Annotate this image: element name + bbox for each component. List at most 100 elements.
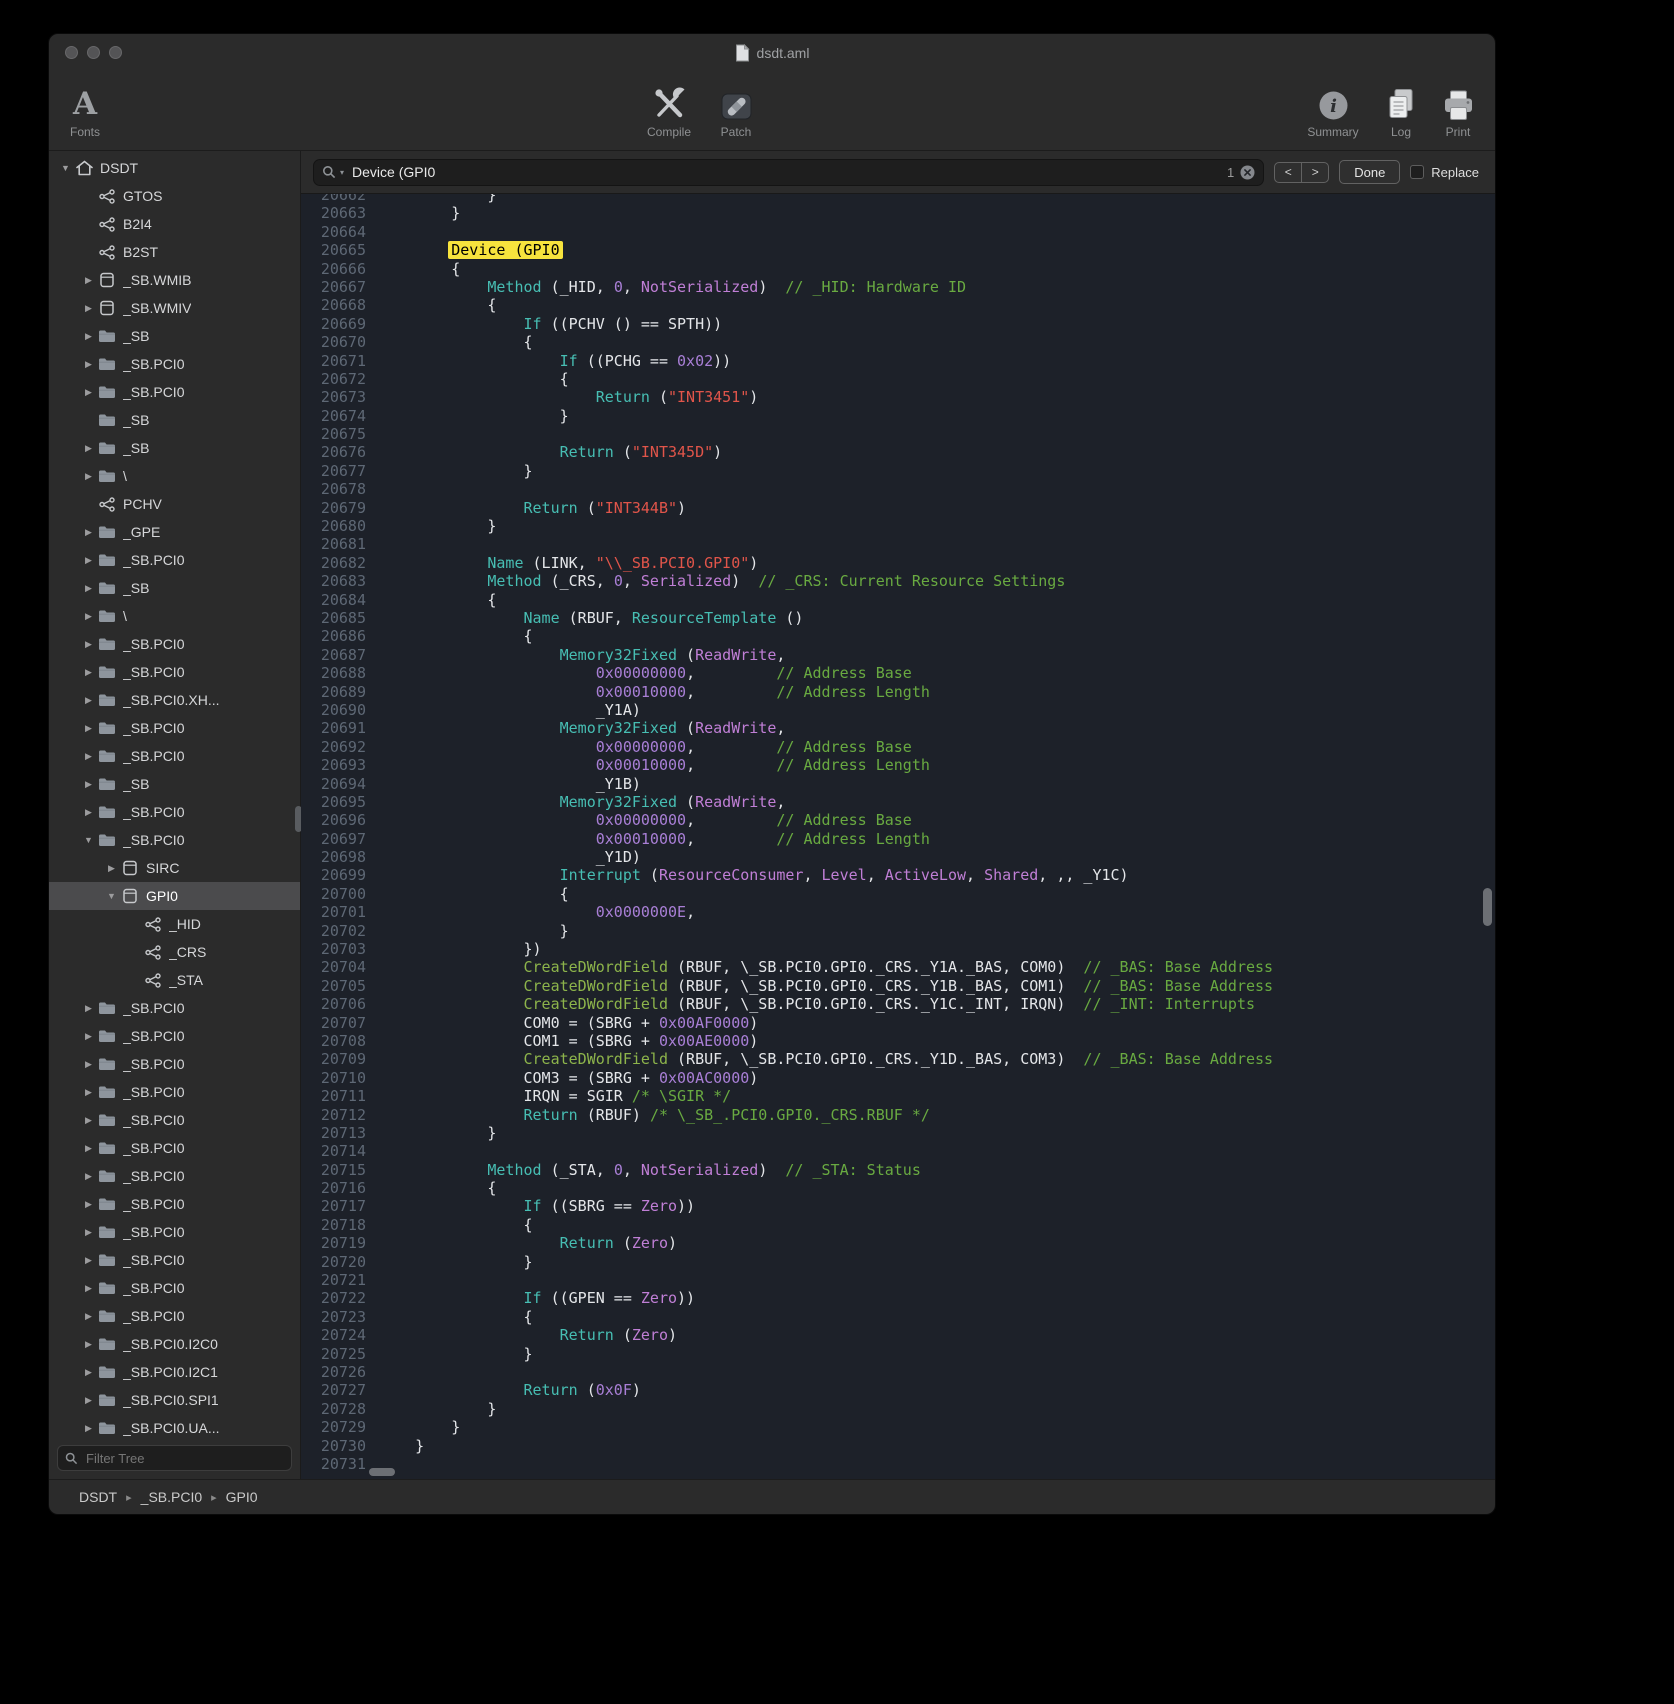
code-text[interactable]: Return ("INT3451") xyxy=(371,388,1495,406)
disclosure-closed-icon[interactable]: ▶ xyxy=(80,779,97,790)
code-text[interactable]: { xyxy=(371,591,1495,609)
disclosure-closed-icon[interactable]: ▶ xyxy=(80,359,97,370)
clear-search-icon[interactable] xyxy=(1240,165,1255,180)
disclosure-closed-icon[interactable]: ▶ xyxy=(80,751,97,762)
disclosure-closed-icon[interactable]: ▶ xyxy=(80,583,97,594)
code-text[interactable]: 0x00000000, // Address Base xyxy=(371,738,1495,756)
disclosure-closed-icon[interactable]: ▶ xyxy=(80,639,97,650)
sidebar-item-sbpci0[interactable]: ▶_SB.PCI0 xyxy=(49,1134,300,1162)
code-text[interactable]: IRQN = SGIR /* \SGIR */ xyxy=(371,1087,1495,1105)
zoom-button[interactable] xyxy=(109,46,122,59)
code-text[interactable]: If ((SBRG == Zero)) xyxy=(371,1197,1495,1215)
code-text[interactable]: _Y1B) xyxy=(371,775,1495,793)
code-text[interactable]: COM1 = (SBRG + 0x00AE0000) xyxy=(371,1032,1495,1050)
code-text[interactable]: If ((PCHV () == SPTH)) xyxy=(371,315,1495,333)
code-text[interactable]: { xyxy=(371,370,1495,388)
sidebar-item-b2st[interactable]: B2ST xyxy=(49,238,300,266)
code-text[interactable]: _Y1D) xyxy=(371,848,1495,866)
filter-tree-field[interactable] xyxy=(57,1445,292,1471)
code-text[interactable]: Name (LINK, "\\_SB.PCI0.GPI0") xyxy=(371,554,1495,572)
code-text[interactable]: Device (GPI0 xyxy=(371,241,1495,259)
sidebar-item-sb[interactable]: ▶_SB xyxy=(49,770,300,798)
sidebar-item-sbpci0[interactable]: ▶_SB.PCI0 xyxy=(49,1190,300,1218)
sidebar-item-gpe[interactable]: ▶_GPE xyxy=(49,518,300,546)
patch-button[interactable]: Patch xyxy=(711,77,761,139)
sidebar-item-sbpci0[interactable]: ▶_SB.PCI0 xyxy=(49,658,300,686)
sidebar-item-sbpci0[interactable]: ▶_SB.PCI0 xyxy=(49,1022,300,1050)
code-text[interactable]: Return (0x0F) xyxy=(371,1381,1495,1399)
disclosure-closed-icon[interactable]: ▶ xyxy=(80,1283,97,1294)
minimize-button[interactable] xyxy=(87,46,100,59)
disclosure-closed-icon[interactable]: ▶ xyxy=(80,1143,97,1154)
code-text[interactable] xyxy=(371,480,1495,498)
code-text[interactable]: { xyxy=(371,333,1495,351)
code-text[interactable]: } xyxy=(371,194,1495,204)
sidebar-item-sbpci0[interactable]: ▶_SB.PCI0 xyxy=(49,1078,300,1106)
code-text[interactable]: 0x00010000, // Address Length xyxy=(371,830,1495,848)
sidebar-item-sbpci0[interactable]: ▶_SB.PCI0 xyxy=(49,546,300,574)
sidebar-item-sbpci0[interactable]: ▶_SB.PCI0 xyxy=(49,378,300,406)
code-text[interactable]: CreateDWordField (RBUF, \_SB.PCI0.GPI0._… xyxy=(371,958,1495,976)
code-text[interactable] xyxy=(371,223,1495,241)
code-text[interactable]: } xyxy=(371,204,1495,222)
code-text[interactable] xyxy=(371,1455,1495,1473)
disclosure-closed-icon[interactable]: ▶ xyxy=(80,723,97,734)
sidebar-item-dsdt[interactable]: ▼DSDT xyxy=(49,154,300,182)
code-text[interactable]: 0x00010000, // Address Length xyxy=(371,683,1495,701)
sidebar-item-sbpci0[interactable]: ▶_SB.PCI0 xyxy=(49,798,300,826)
disclosure-open-icon[interactable]: ▼ xyxy=(80,835,97,845)
fonts-button[interactable]: A Fonts xyxy=(57,77,113,139)
code-text[interactable]: { xyxy=(371,1308,1495,1326)
replace-checkbox[interactable] xyxy=(1410,165,1424,179)
disclosure-open-icon[interactable]: ▼ xyxy=(57,163,74,173)
code-text[interactable]: Method (_STA, 0, NotSerialized) // _STA:… xyxy=(371,1161,1495,1179)
sidebar-item-sta[interactable]: _STA xyxy=(49,966,300,994)
disclosure-closed-icon[interactable]: ▶ xyxy=(103,863,120,874)
code-text[interactable]: Memory32Fixed (ReadWrite, xyxy=(371,646,1495,664)
sidebar-item-sbpci0[interactable]: ▶_SB.PCI0 xyxy=(49,742,300,770)
code-text[interactable]: } xyxy=(371,1345,1495,1363)
sidebar-item-sb[interactable]: ▶_SB xyxy=(49,574,300,602)
filter-tree-input[interactable] xyxy=(84,1450,284,1467)
find-previous-button[interactable]: < xyxy=(1274,162,1302,183)
disclosure-closed-icon[interactable]: ▶ xyxy=(80,611,97,622)
sidebar-item-sbpci0[interactable]: ▶_SB.PCI0 xyxy=(49,1162,300,1190)
code-text[interactable]: { xyxy=(371,627,1495,645)
disclosure-closed-icon[interactable]: ▶ xyxy=(80,1059,97,1070)
disclosure-closed-icon[interactable]: ▶ xyxy=(80,807,97,818)
disclosure-closed-icon[interactable]: ▶ xyxy=(80,1395,97,1406)
sidebar-item-sbpci0ua[interactable]: ▶_SB.PCI0.UA... xyxy=(49,1414,300,1439)
sidebar-item-sbwmib[interactable]: ▶_SB.WMIB xyxy=(49,266,300,294)
sidebar-item-gpi0[interactable]: ▼GPI0 xyxy=(49,882,300,910)
code-text[interactable]: } xyxy=(371,922,1495,940)
code-text[interactable]: 0x00010000, // Address Length xyxy=(371,756,1495,774)
disclosure-closed-icon[interactable]: ▶ xyxy=(80,1003,97,1014)
disclosure-closed-icon[interactable]: ▶ xyxy=(80,1367,97,1378)
sidebar-item-crs[interactable]: _CRS xyxy=(49,938,300,966)
code-text[interactable]: CreateDWordField (RBUF, \_SB.PCI0.GPI0._… xyxy=(371,977,1495,995)
code-text[interactable]: _Y1A) xyxy=(371,701,1495,719)
disclosure-open-icon[interactable]: ▼ xyxy=(103,891,120,901)
code-text[interactable]: } xyxy=(371,1400,1495,1418)
sidebar-item-sbpci0spi1[interactable]: ▶_SB.PCI0.SPI1 xyxy=(49,1386,300,1414)
breadcrumb-item-sbpci0[interactable]: _SB.PCI0 xyxy=(141,1489,202,1505)
code-text[interactable]: } xyxy=(371,1253,1495,1271)
code-text[interactable]: Memory32Fixed (ReadWrite, xyxy=(371,719,1495,737)
disclosure-closed-icon[interactable]: ▶ xyxy=(80,1031,97,1042)
sidebar-item-sbpci0[interactable]: ▶_SB.PCI0 xyxy=(49,1302,300,1330)
disclosure-closed-icon[interactable]: ▶ xyxy=(80,471,97,482)
sidebar-item-sb[interactable]: ▶_SB xyxy=(49,322,300,350)
breadcrumb-item-dsdt[interactable]: DSDT xyxy=(79,1489,117,1505)
disclosure-closed-icon[interactable]: ▶ xyxy=(80,1423,97,1434)
sidebar-item-sbpci0[interactable]: ▶_SB.PCI0 xyxy=(49,1246,300,1274)
find-input[interactable] xyxy=(350,163,1221,181)
code-text[interactable]: Return ("INT344B") xyxy=(371,499,1495,517)
disclosure-closed-icon[interactable]: ▶ xyxy=(80,303,97,314)
compile-button[interactable]: Compile xyxy=(634,77,704,139)
close-button[interactable] xyxy=(65,46,78,59)
disclosure-closed-icon[interactable]: ▶ xyxy=(80,1087,97,1098)
disclosure-closed-icon[interactable]: ▶ xyxy=(80,527,97,538)
disclosure-closed-icon[interactable]: ▶ xyxy=(80,1171,97,1182)
code-text[interactable]: Memory32Fixed (ReadWrite, xyxy=(371,793,1495,811)
horizontal-scrollbar[interactable] xyxy=(369,1468,395,1476)
